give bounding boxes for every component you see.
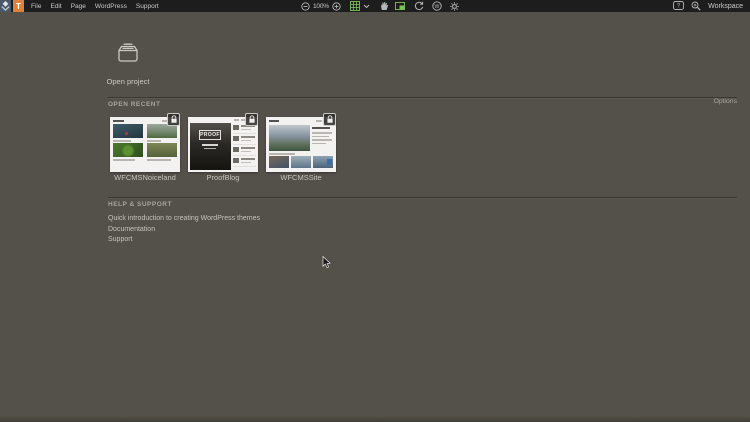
lock-badge [323, 113, 336, 126]
zoom-level: 100% [313, 2, 329, 10]
project-name[interactable]: ProofBlog [188, 173, 258, 182]
project-card-wfcmssite[interactable] [266, 113, 336, 172]
thumb-photo-coast [313, 156, 333, 168]
thumb-hero-photo [269, 125, 310, 151]
thumb-photo-tractor [113, 143, 143, 157]
thumb-caption [147, 159, 171, 161]
fit-screen-button[interactable] [394, 1, 405, 11]
divider [108, 97, 737, 98]
lock-badge [245, 113, 258, 126]
menu-file[interactable]: File [31, 3, 41, 10]
grid-dropdown-button[interactable] [363, 4, 370, 9]
thumb-photo-mountain [147, 124, 177, 138]
hand-icon [381, 2, 388, 10]
help-link-documentation[interactable]: Documentation [108, 226, 155, 233]
zoom-search-button[interactable] [691, 1, 701, 11]
project-card-proofblog[interactable]: PROOF [188, 113, 258, 172]
thumb-button [327, 159, 332, 165]
window-bottom-edge [0, 415, 750, 422]
help-support-heading: HELP & SUPPORT [108, 201, 172, 208]
thumb-photo-lake [291, 156, 311, 168]
pan-hand-button[interactable] [380, 1, 389, 11]
thumb-photo-umbrella [113, 124, 143, 138]
svg-text:W: W [434, 4, 439, 10]
chevron-down-icon [363, 4, 370, 8]
help-link-support[interactable]: Support [108, 236, 133, 243]
magnifier-plus-icon [691, 1, 701, 11]
help-link-quick-introduction[interactable]: Quick introduction to creating WordPress… [108, 215, 260, 222]
open-project-button[interactable]: Open project [102, 38, 154, 86]
menu-wordpress[interactable]: WordPress [95, 3, 127, 10]
help-button[interactable]: ? [673, 1, 685, 11]
project-name[interactable]: WFCMSNoiceland [110, 173, 180, 182]
thumb-headline [312, 127, 330, 129]
open-project-label: Open project [106, 77, 150, 86]
minus-circle-icon [301, 1, 310, 11]
plus-circle-icon [332, 1, 341, 11]
refresh-button[interactable] [414, 1, 424, 11]
grid-icon [349, 1, 360, 11]
thumb-site-logo [113, 120, 124, 122]
thumb-text [312, 135, 329, 137]
thumb-caption [269, 153, 295, 155]
screen-layout-icon [394, 2, 405, 10]
thumb-text [312, 132, 332, 134]
thumb-tagline [204, 147, 216, 149]
grid-view-button[interactable] [349, 1, 360, 11]
thumb-tagline [202, 144, 218, 146]
refresh-icon [414, 1, 424, 11]
center-toolbar: 100% W [301, 0, 459, 12]
thumb-caption [113, 159, 135, 161]
zoom-in-button[interactable] [332, 1, 341, 11]
wordpress-icon: W [432, 1, 442, 11]
project-name[interactable]: WFCMSSite [266, 173, 336, 182]
zoom-out-button[interactable] [301, 1, 310, 11]
thumb-site-logo [269, 120, 279, 122]
thumb-photo-rocks: PROOF [190, 123, 231, 170]
app-logo[interactable] [0, 0, 11, 12]
help-bubble-icon: ? [673, 1, 685, 10]
lock-badge [167, 113, 180, 126]
menubar: T File Edit Page WordPress Support 100% [0, 0, 750, 12]
menu-bar: File Edit Page WordPress Support [31, 0, 159, 12]
logo-letter: T [16, 1, 21, 11]
lock-icon [326, 115, 333, 123]
gear-icon [450, 1, 459, 11]
svg-text:?: ? [677, 4, 681, 10]
lock-icon [170, 115, 177, 123]
menu-edit[interactable]: Edit [50, 3, 61, 10]
lock-icon [248, 115, 255, 123]
wordpress-preview-button[interactable]: W [432, 1, 442, 11]
project-card-wfcmsnoiceland[interactable] [110, 113, 180, 172]
menu-page[interactable]: Page [71, 3, 86, 10]
thumb-proof-badge: PROOF [199, 130, 221, 140]
workspace-button[interactable]: Workspace [708, 3, 743, 10]
settings-gear-button[interactable] [450, 1, 459, 11]
open-recent-heading: OPEN RECENT [108, 101, 161, 108]
divider [108, 197, 737, 198]
thumb-nav [316, 120, 322, 122]
thumb-nav [234, 119, 239, 121]
options-link[interactable]: Options [714, 98, 737, 105]
thumb-caption [147, 140, 161, 142]
thumb-photo-sunset [269, 156, 289, 168]
open-box-icon [118, 43, 138, 62]
cursor-arrow-icon [322, 255, 331, 269]
thumb-text [312, 142, 326, 144]
thumb-caption [113, 140, 131, 142]
thumb-photo-field [147, 143, 177, 157]
thumb-post-list [233, 123, 256, 170]
mouse-cursor [322, 255, 331, 274]
thumb-text [312, 139, 332, 141]
right-toolbar: ? Workspace [673, 0, 743, 12]
menu-support[interactable]: Support [136, 3, 159, 10]
gem-logo-icon [1, 1, 10, 11]
template-toaster-logo[interactable]: T [13, 0, 24, 12]
